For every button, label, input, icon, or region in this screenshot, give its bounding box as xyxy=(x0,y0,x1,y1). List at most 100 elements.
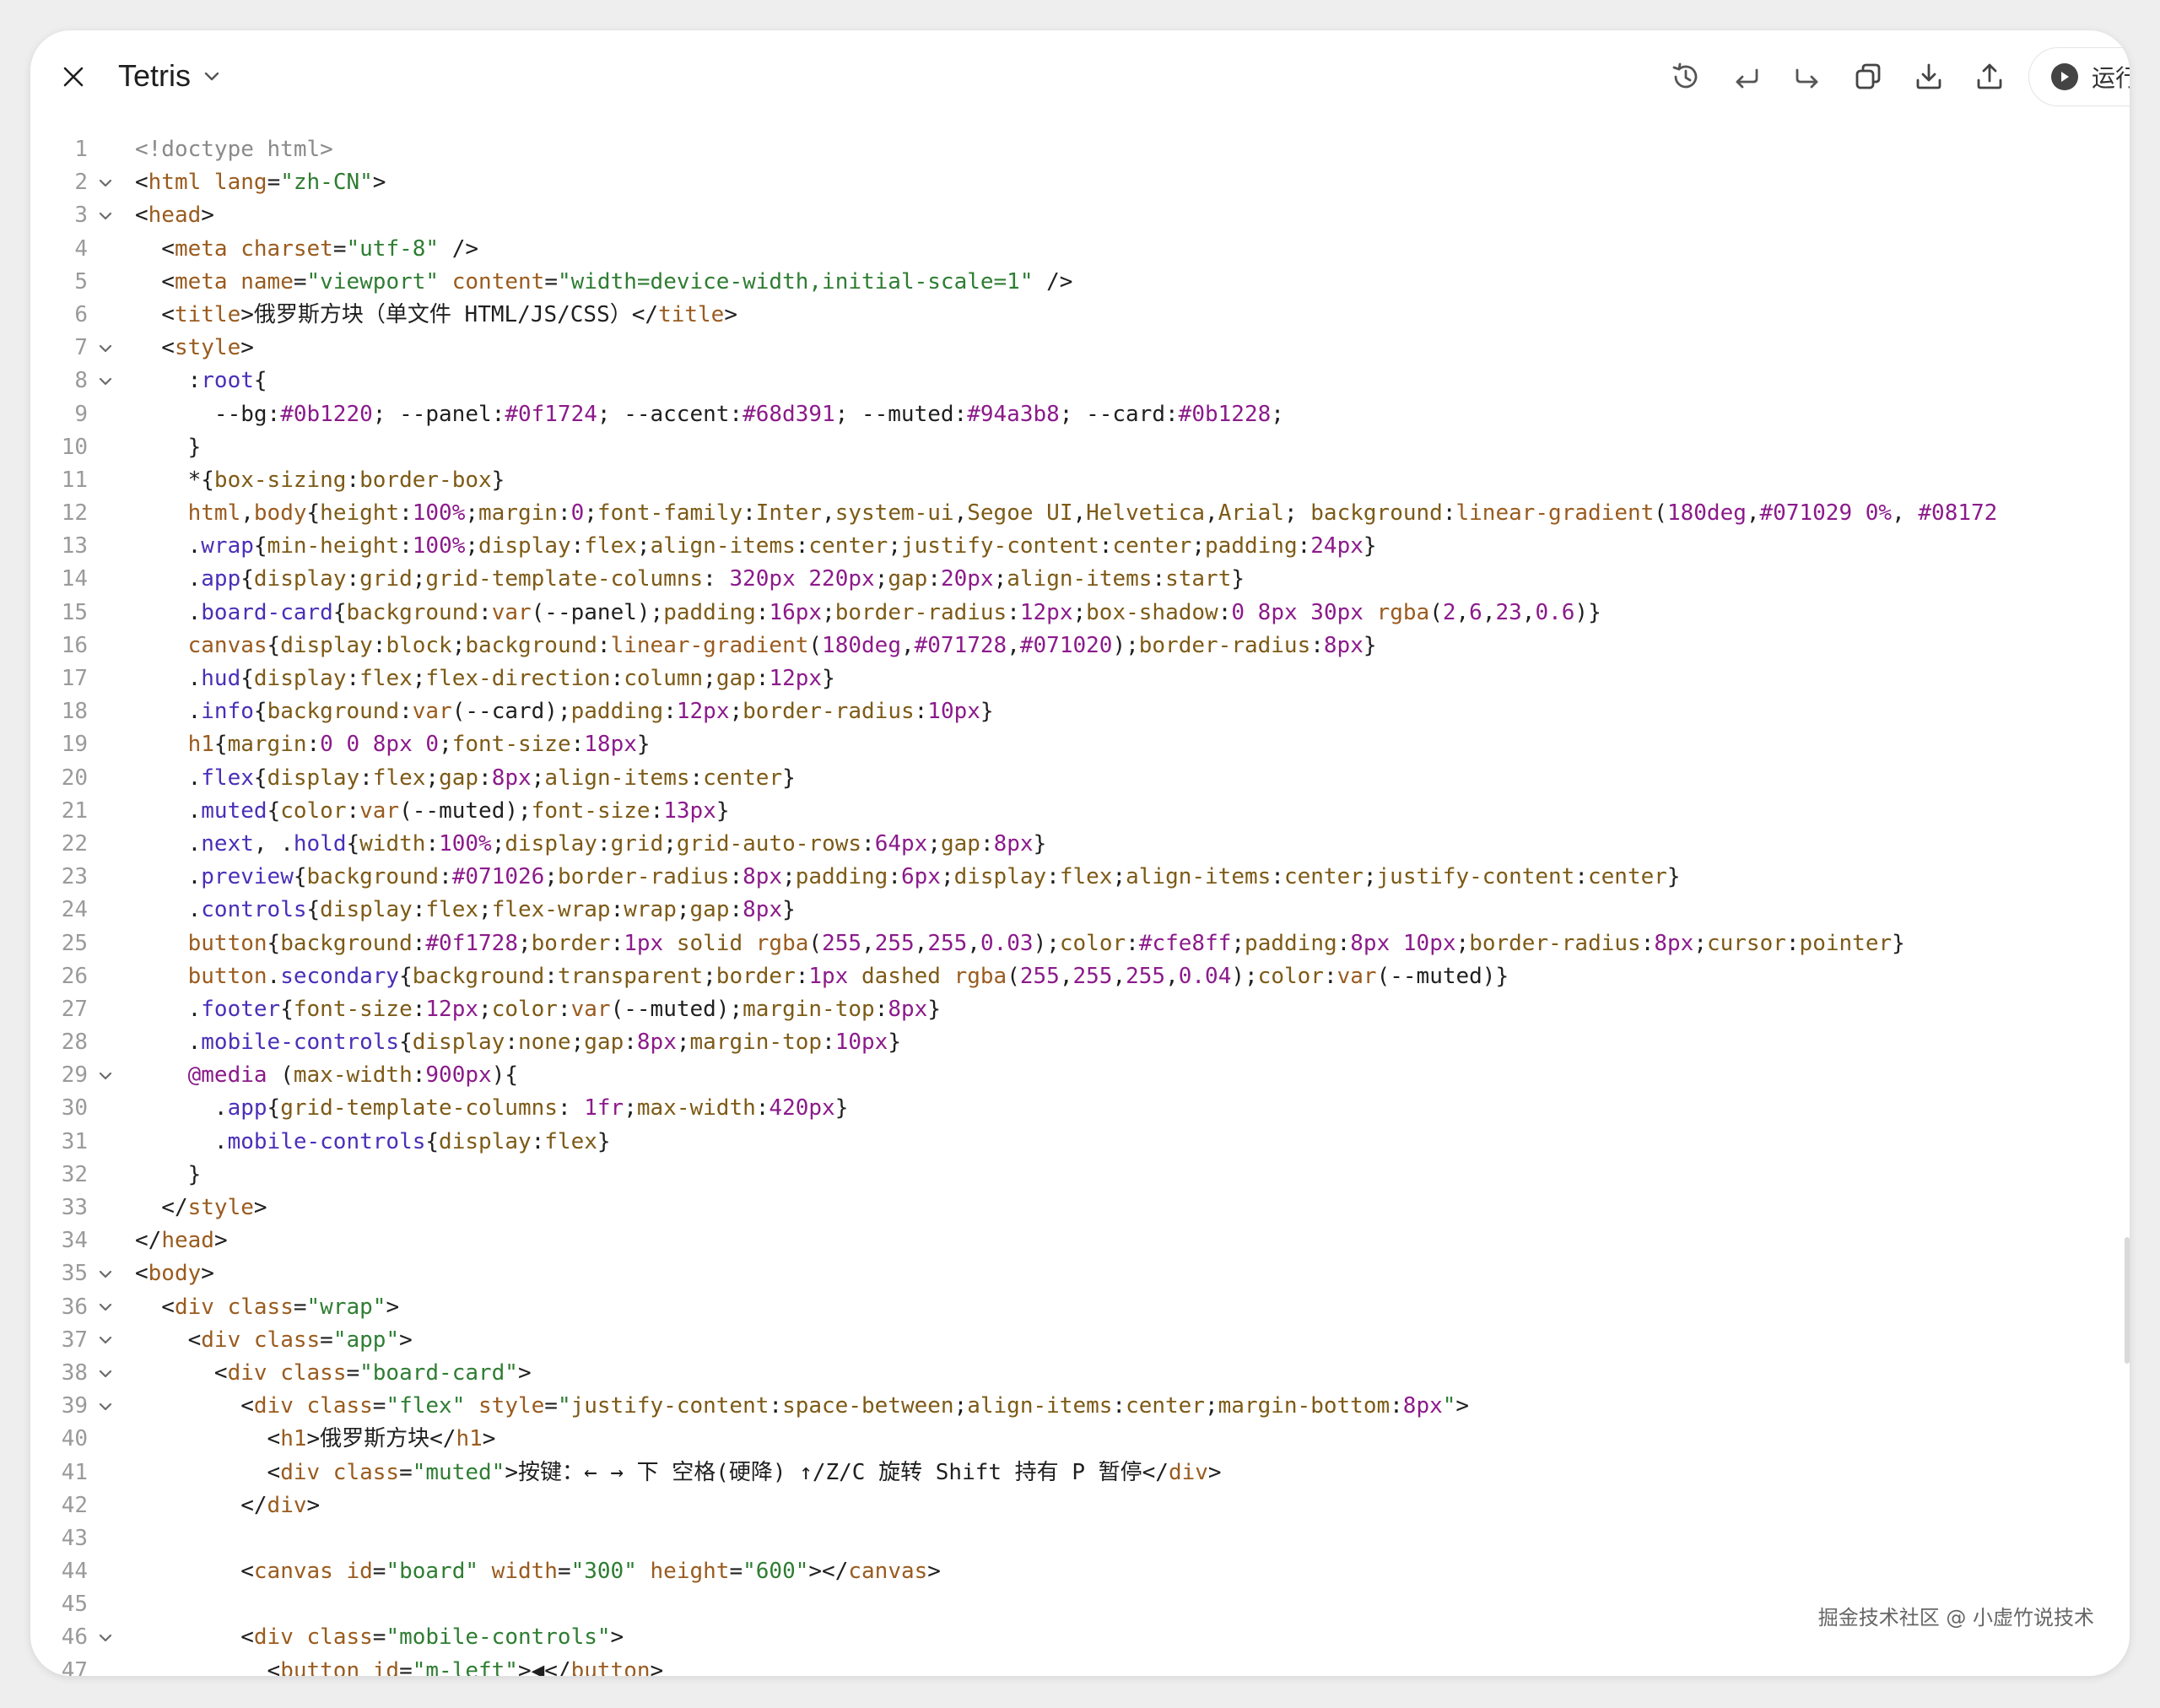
code-token: "600" xyxy=(742,1559,809,1585)
fold-chevron-icon[interactable] xyxy=(94,365,116,397)
code-text: .app{grid-template-columns: 1fr;max-widt… xyxy=(135,1092,848,1125)
run-button[interactable]: 运行 xyxy=(2028,47,2130,106)
code-line: 39 <div class="flex" style="justify-cont… xyxy=(30,1390,2130,1423)
code-token: } xyxy=(636,732,651,758)
vertical-scrollbar[interactable] xyxy=(2125,1237,2130,1364)
code-token: flex xyxy=(372,765,426,791)
code-token: border-radius xyxy=(834,599,1007,625)
code-token: background xyxy=(465,632,597,658)
line-number: 6 xyxy=(74,301,88,327)
code-token: , xyxy=(1205,500,1218,527)
code-token: : xyxy=(412,1062,426,1089)
code-line: 35 <body> xyxy=(30,1257,2130,1290)
code-token: linear-gradient xyxy=(1455,500,1655,527)
code-token: ; xyxy=(478,996,492,1022)
code-token: : xyxy=(346,467,360,493)
code-text: <html lang="zh-CN"> xyxy=(135,166,386,199)
code-token: >◀</ xyxy=(517,1657,571,1676)
history-icon xyxy=(1672,62,1698,89)
watermark: 掘金技术社区 @ 小虚竹说技术 xyxy=(1817,1606,2094,1630)
download-button[interactable] xyxy=(1898,46,1959,107)
code-token: { xyxy=(306,897,321,923)
fold-chevron-icon[interactable] xyxy=(94,332,116,365)
code-text: <meta charset="utf-8" /> xyxy=(135,233,478,266)
code-token: ; xyxy=(439,732,452,758)
code-token: class xyxy=(293,1624,373,1651)
code-token: , xyxy=(1455,599,1470,625)
code-token: . xyxy=(135,765,202,791)
code-token: html xyxy=(135,500,241,527)
fold-chevron-icon[interactable] xyxy=(94,199,116,232)
share-button[interactable] xyxy=(1959,46,2020,107)
code-token: flex xyxy=(201,765,254,791)
line-number: 1 xyxy=(74,137,88,162)
close-button[interactable] xyxy=(44,47,103,106)
code-token: #0b1220 xyxy=(280,401,373,427)
code-token: , xyxy=(1482,599,1496,625)
code-token: ; xyxy=(491,830,505,857)
code-token: 30px xyxy=(1310,599,1364,625)
code-token: min-height xyxy=(267,533,400,559)
code-text: .controls{display:flex;flex-wrap:wrap;ga… xyxy=(135,894,796,927)
code-token: : xyxy=(1640,930,1655,956)
code-token: 320px xyxy=(729,566,796,592)
document-title-dropdown[interactable]: Tetris xyxy=(118,49,221,103)
code-token: #94a3b8 xyxy=(967,401,1060,427)
code-token: <!doctype html> xyxy=(135,137,333,162)
code-text: .next, .hold{width:100%;display:grid;gri… xyxy=(135,828,1047,861)
code-token: "flex" xyxy=(386,1393,466,1419)
code-token: . xyxy=(135,566,202,592)
code-token: = xyxy=(346,1359,360,1386)
code-token: margin-top xyxy=(742,996,875,1022)
code-text: } xyxy=(135,431,202,464)
code-token: : xyxy=(531,1128,545,1154)
code-text: <head> xyxy=(135,199,214,232)
code-token: color xyxy=(1059,930,1126,956)
history-button[interactable] xyxy=(1655,46,1716,107)
fold-chevron-icon[interactable] xyxy=(94,1059,116,1092)
code-token: head xyxy=(148,203,202,229)
code-token: content xyxy=(439,268,545,295)
fold-chevron-icon[interactable] xyxy=(94,1324,116,1357)
code-token: background xyxy=(280,930,413,956)
code-token: 8px xyxy=(1654,930,1694,956)
fold-chevron-icon[interactable] xyxy=(94,1390,116,1423)
fold-chevron-icon[interactable] xyxy=(94,1357,116,1390)
code-token: border-box xyxy=(359,467,492,493)
code-token: solid xyxy=(676,930,743,956)
code-token: : xyxy=(729,864,743,890)
code-text: <canvas id="board" width="300" height="6… xyxy=(135,1555,941,1588)
code-token: : xyxy=(650,797,664,824)
code-line: 10 } xyxy=(30,431,2130,464)
code-token: transparent xyxy=(557,963,704,989)
code-token: 10px xyxy=(927,699,980,725)
code-token: name xyxy=(227,268,294,295)
line-number: 41 xyxy=(61,1459,88,1485)
fold-chevron-icon[interactable] xyxy=(94,1621,116,1654)
code-token: : xyxy=(980,830,994,857)
fold-chevron-icon[interactable] xyxy=(94,166,116,199)
copy-button[interactable] xyxy=(1838,46,1898,107)
code-token: #0f1728 xyxy=(425,930,518,956)
document-title: Tetris xyxy=(118,58,192,93)
code-token: : xyxy=(914,699,928,725)
code-token: button xyxy=(135,930,267,956)
undo-button[interactable] xyxy=(1716,46,1777,107)
code-token: align-items xyxy=(1007,566,1153,592)
fold-chevron-icon[interactable] xyxy=(94,1291,116,1324)
fold-chevron-icon[interactable] xyxy=(94,1257,116,1290)
code-token: . xyxy=(135,599,202,625)
redo-button[interactable] xyxy=(1777,46,1838,107)
line-number: 10 xyxy=(61,434,88,460)
code-token: (--muted); xyxy=(399,797,532,824)
code-token: : xyxy=(1099,533,1113,559)
code-token: 13px xyxy=(663,797,716,824)
code-token: 255 xyxy=(927,930,968,956)
code-token: } xyxy=(1363,533,1377,559)
code-token: "app" xyxy=(332,1327,400,1353)
code-editor[interactable]: 1 <!doctype html> 2 <html lang="zh-CN"> 3 <he… xyxy=(30,133,2130,1676)
code-token: background xyxy=(346,599,479,625)
code-token: ; xyxy=(544,864,558,890)
code-token: width xyxy=(359,830,426,857)
